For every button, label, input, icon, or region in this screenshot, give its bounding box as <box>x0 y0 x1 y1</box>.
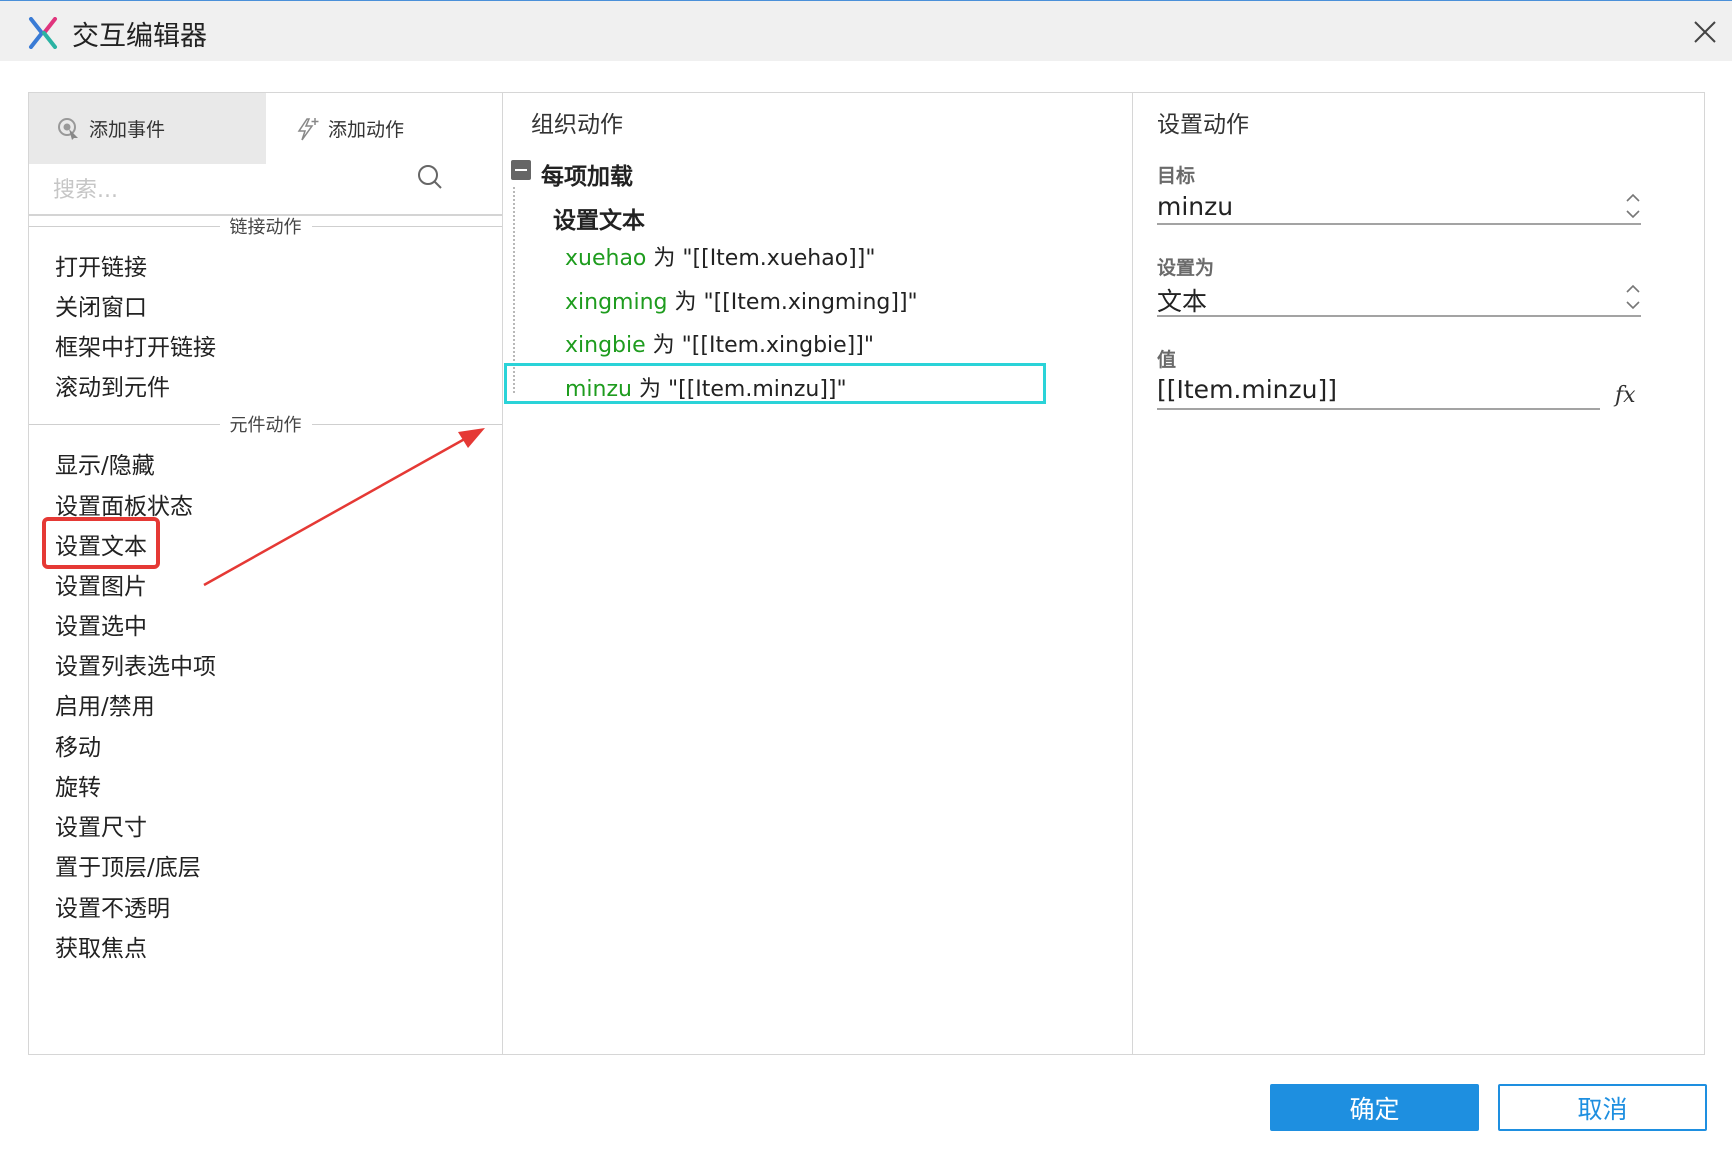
action-close-window[interactable]: 关闭窗口 <box>55 288 147 322</box>
title-bar: 交互编辑器 <box>0 0 1732 61</box>
action-bring-front-back[interactable]: 置于顶层/底层 <box>55 848 201 882</box>
close-icon[interactable] <box>1690 17 1720 47</box>
section-link-actions: 链接动作 <box>29 211 502 241</box>
target-select[interactable]: minzu <box>1157 192 1233 221</box>
tree-row[interactable]: xingbie 为 "[[Item.xingbie]]" <box>565 327 874 359</box>
action-set-image[interactable]: 设置图片 <box>55 567 147 601</box>
tab-add-event-label: 添加事件 <box>89 119 166 141</box>
section-link-actions-label: 链接动作 <box>219 217 312 238</box>
action-move[interactable]: 移动 <box>55 728 101 762</box>
row-value: "[[Item.xuehao]]" <box>682 246 876 271</box>
tab-add-action-label: 添加动作 <box>328 119 405 141</box>
tab-add-event[interactable]: 添加事件 <box>29 93 266 164</box>
add-event-icon <box>58 117 78 140</box>
organize-actions-pane: 组织动作 每项加载 设置文本 xuehao 为 "[[Item.xuehao]]… <box>503 93 1133 1054</box>
lightning-plus-icon <box>297 117 319 140</box>
dialog-body: 添加事件 添加动作 链接动作 打开链接 关闭窗口 框架中打开链接 滚动到元件 元… <box>28 92 1705 1055</box>
event-label[interactable]: 每项加载 <box>541 157 633 191</box>
target-underline <box>1157 223 1641 225</box>
value-underline <box>1157 408 1600 410</box>
set-as-underline <box>1157 315 1641 317</box>
row-value: "[[Item.xingbie]]" <box>681 333 874 358</box>
window-title: 交互编辑器 <box>72 21 207 52</box>
tree-row[interactable]: xingming 为 "[[Item.xingming]]" <box>565 284 918 316</box>
action-set-panel-state[interactable]: 设置面板状态 <box>55 487 193 521</box>
collapse-icon[interactable] <box>511 160 531 180</box>
action-open-link-in-frame[interactable]: 框架中打开链接 <box>55 328 216 362</box>
axure-x-icon <box>29 17 57 49</box>
row-word: 为 <box>638 377 661 402</box>
search-input[interactable] <box>51 171 445 209</box>
row-target: xingbie <box>565 333 646 358</box>
configure-header: 设置动作 <box>1157 112 1249 138</box>
value-input[interactable]: [[Item.minzu]] <box>1157 375 1337 404</box>
row-target: xuehao <box>565 246 647 271</box>
section-widget-actions-label: 元件动作 <box>219 415 312 436</box>
set-as-label: 设置为 <box>1157 257 1215 279</box>
row-value: "[[Item.minzu]]" <box>668 377 847 402</box>
cancel-button[interactable]: 取消 <box>1498 1084 1707 1131</box>
action-set-selected[interactable]: 设置选中 <box>55 607 147 641</box>
action-open-link[interactable]: 打开链接 <box>55 248 147 282</box>
row-word: 为 <box>652 333 675 358</box>
tree-row-selected[interactable]: minzu 为 "[[Item.minzu]]" <box>565 371 847 403</box>
action-focus[interactable]: 获取焦点 <box>55 929 147 963</box>
ok-button[interactable]: 确定 <box>1270 1084 1479 1131</box>
section-widget-actions: 元件动作 <box>29 409 502 439</box>
chevron-updown-icon[interactable] <box>1623 282 1643 312</box>
organize-header: 组织动作 <box>531 112 623 138</box>
value-label: 值 <box>1157 349 1177 371</box>
action-set-opacity[interactable]: 设置不透明 <box>55 889 170 923</box>
annotation-highlight-box <box>42 517 160 569</box>
set-as-select[interactable]: 文本 <box>1157 282 1207 318</box>
search-icon[interactable] <box>417 164 443 190</box>
configure-action-pane: 设置动作 目标 minzu 设置为 文本 值 [[Item.minzu]] fx <box>1133 93 1704 1054</box>
row-target: minzu <box>565 377 632 402</box>
action-set-size[interactable]: 设置尺寸 <box>55 808 147 842</box>
tab-add-action[interactable]: 添加动作 <box>266 93 502 164</box>
action-library-pane: 添加事件 添加动作 链接动作 打开链接 关闭窗口 框架中打开链接 滚动到元件 元… <box>29 93 503 1054</box>
action-scroll-to-widget[interactable]: 滚动到元件 <box>55 368 170 402</box>
fx-icon[interactable]: fx <box>1615 383 1636 408</box>
action-show-hide[interactable]: 显示/隐藏 <box>55 446 155 480</box>
action-enable-disable[interactable]: 启用/禁用 <box>55 687 155 721</box>
row-value: "[[Item.xingming]]" <box>703 290 918 315</box>
row-word: 为 <box>674 290 697 315</box>
action-label[interactable]: 设置文本 <box>553 201 645 235</box>
action-set-list-selected[interactable]: 设置列表选中项 <box>55 647 216 681</box>
tree-row[interactable]: xuehao 为 "[[Item.xuehao]]" <box>565 240 875 272</box>
target-label: 目标 <box>1157 165 1196 187</box>
chevron-updown-icon[interactable] <box>1623 191 1643 221</box>
action-rotate[interactable]: 旋转 <box>55 768 101 802</box>
row-target: xingming <box>565 290 668 315</box>
row-word: 为 <box>653 246 676 271</box>
